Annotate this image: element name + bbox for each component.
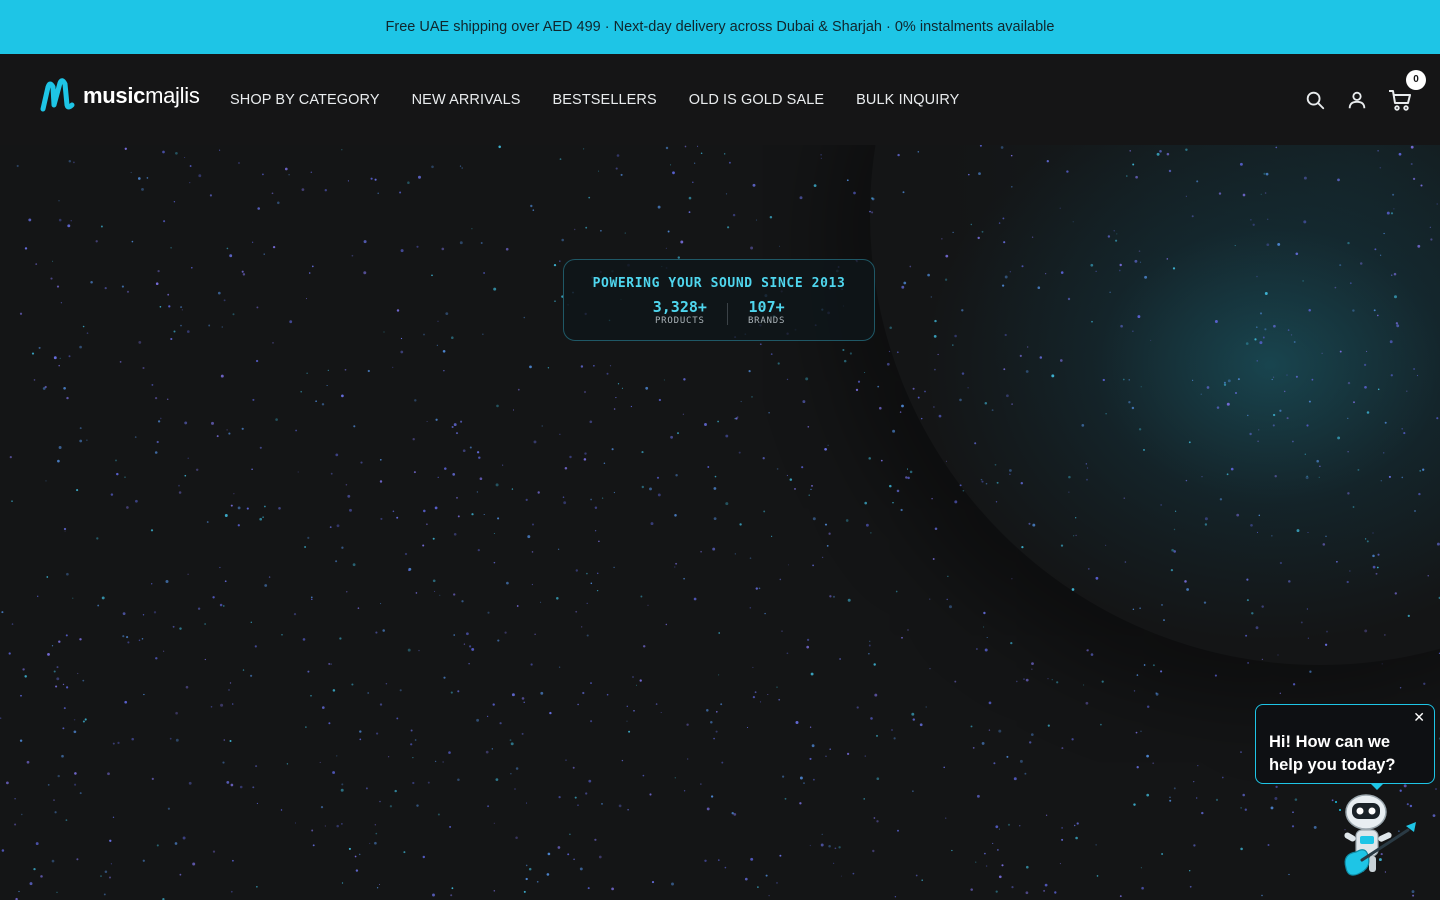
announcement-bar: Free UAE shipping over AED 499 · Next-da… [0, 0, 1440, 54]
hero-section: POWERING YOUR SOUND SINCE 2013 3,328+ PR… [0, 145, 1440, 900]
close-icon[interactable]: ✕ [1413, 709, 1425, 726]
stat-products: 3,328+ PRODUCTS [633, 299, 727, 326]
site-header: musicmajlis SHOP BY CATEGORY NEW ARRIVAL… [0, 54, 1440, 145]
logo-word-light: majlis [145, 83, 200, 108]
stat-card-title: POWERING YOUR SOUND SINCE 2013 [592, 276, 846, 291]
nav-new-arrivals[interactable]: NEW ARRIVALS [412, 92, 521, 108]
announcement-text: Free UAE shipping over AED 499 · Next-da… [385, 19, 1055, 35]
header-icons: 0 [1304, 54, 1426, 145]
main-nav: SHOP BY CATEGORY NEW ARRIVALS BESTSELLER… [230, 54, 959, 145]
stat-list: 3,328+ PRODUCTS 107+ BRANDS [564, 299, 874, 326]
nav-bulk-inquiry[interactable]: BULK INQUIRY [856, 92, 959, 108]
logo[interactable]: musicmajlis [40, 74, 200, 114]
logo-wordmark: musicmajlis [83, 83, 200, 109]
stat-card: POWERING YOUR SOUND SINCE 2013 3,328+ PR… [563, 259, 875, 341]
chat-bubble-tail [1370, 783, 1384, 790]
chat-message: Hi! How can we help you today? [1269, 733, 1396, 774]
logo-word-bold: music [83, 83, 146, 108]
cart-icon [1389, 89, 1411, 111]
stat-products-label: PRODUCTS [654, 316, 705, 326]
stat-brands-label: BRANDS [747, 316, 786, 326]
chat-prompt-bubble[interactable]: ✕ Hi! How can we help you today? [1255, 704, 1435, 784]
nav-shop-by-category[interactable]: SHOP BY CATEGORY [230, 92, 380, 108]
nav-bestsellers[interactable]: BESTSELLERS [553, 92, 657, 108]
stat-brands-value: 107+ [748, 298, 785, 316]
cart-button[interactable]: 0 [1388, 69, 1426, 112]
cart-count-badge: 0 [1406, 69, 1426, 90]
nav-old-is-gold-sale[interactable]: OLD IS GOLD SALE [689, 92, 824, 108]
search-icon[interactable] [1304, 89, 1326, 111]
robot-guitar-icon[interactable] [1332, 790, 1422, 882]
stat-products-value: 3,328+ [652, 298, 707, 316]
stat-brands: 107+ BRANDS [728, 299, 805, 326]
musicmajlis-logo-icon [40, 78, 75, 112]
account-icon[interactable] [1346, 89, 1368, 111]
